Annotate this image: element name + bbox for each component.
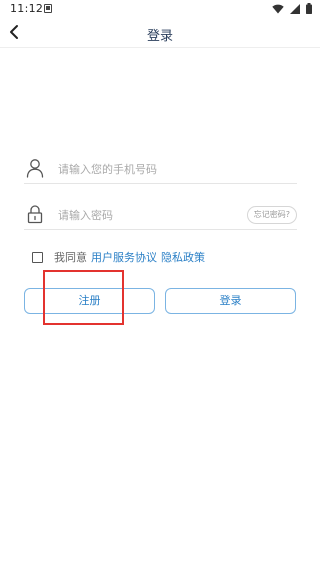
page-title: 登录 [146,29,173,44]
privacy-policy-link[interactable]: 隐私政策 [161,249,205,265]
phone-field-row [24,154,297,184]
agreement-prefix: 我同意 [54,251,87,264]
password-input[interactable] [58,205,238,225]
status-bar: 11:12 [0,0,320,18]
password-field-row: 忘记密码? [24,200,297,230]
wifi-icon [272,4,284,13]
register-button[interactable]: 注册 [24,288,155,314]
status-time: 11:12 [10,2,44,15]
battery-icon [306,3,312,14]
lock-icon [27,205,43,224]
user-agreement-link[interactable]: 用户服务协议 [91,249,157,265]
status-indicators [272,3,312,14]
phone-input[interactable] [58,159,238,179]
navigation-header: 登录 [0,18,320,48]
user-icon [26,159,44,178]
login-button[interactable]: 登录 [165,288,296,314]
notification-app-icon [44,4,52,13]
forgot-password-button[interactable]: 忘记密码? [246,206,297,224]
agreement-checkbox[interactable] [32,251,43,263]
agreement-row: 我同意 用户服务协议 隐私政策 [32,249,205,265]
signal-icon [290,3,300,14]
